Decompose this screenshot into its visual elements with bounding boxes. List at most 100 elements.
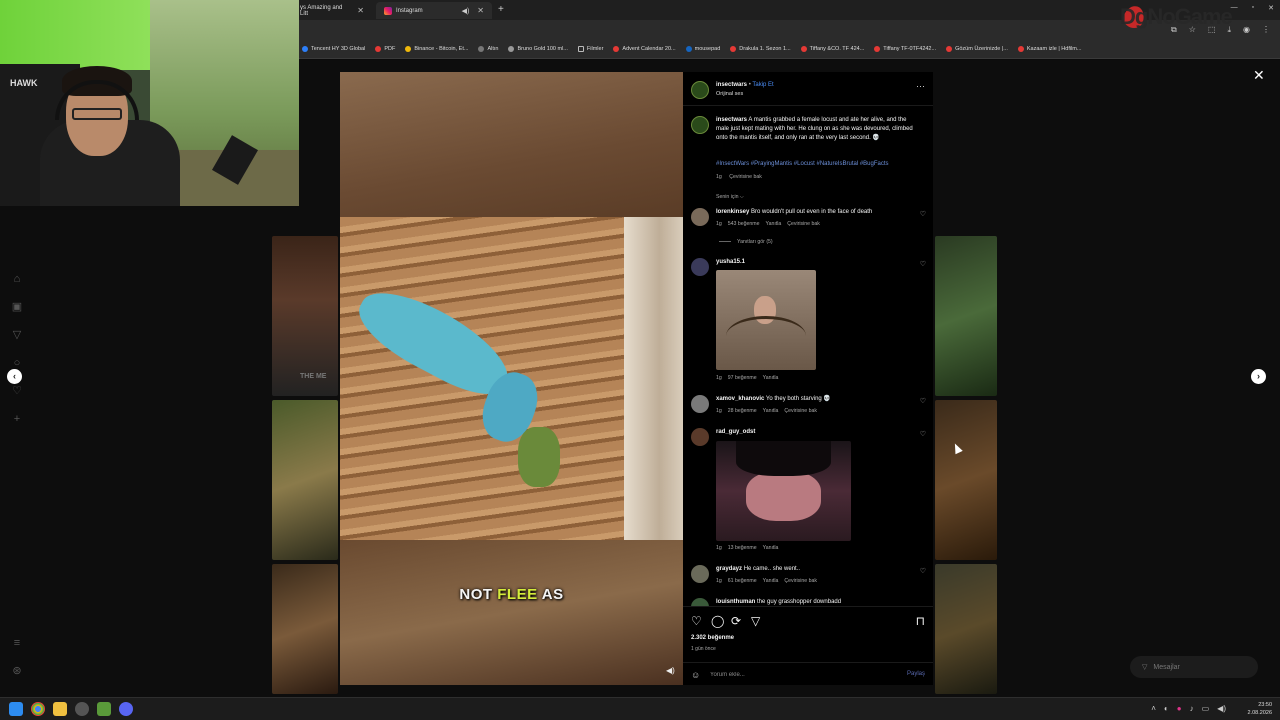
commenter-avatar[interactable] [691, 258, 709, 276]
commenter-avatar[interactable] [691, 428, 709, 446]
save-icon[interactable]: ⊓ [916, 614, 925, 628]
start-icon[interactable] [9, 702, 23, 716]
app-icon[interactable] [75, 702, 89, 716]
follow-button[interactable]: Takip Et [752, 82, 773, 88]
threads-icon[interactable]: ⊛ [10, 664, 24, 678]
maximize-icon[interactable]: ▫ [1252, 4, 1254, 12]
background-thumbnail[interactable] [935, 236, 997, 396]
reel-video[interactable]: NOT FLEE AS ◀) [340, 72, 683, 685]
bookmark-item[interactable]: Altın [478, 46, 498, 52]
reply-link[interactable]: Yanıtla [763, 375, 779, 381]
like-comment-icon[interactable]: ♡ [920, 567, 926, 575]
next-post-icon[interactable]: › [1251, 369, 1266, 384]
background-thumbnail[interactable] [272, 564, 338, 694]
tab-instagram[interactable]: Instagram ◀) ✕ [376, 2, 492, 19]
create-icon[interactable]: + [10, 412, 24, 426]
bookmark-item[interactable]: Tiffany &CO. TF 424... [800, 46, 864, 52]
audio-label[interactable]: Orijinal ses [716, 91, 743, 97]
translate-link[interactable]: Çevirisine bak [787, 221, 820, 227]
direct-icon[interactable]: ▽ [10, 328, 24, 342]
comment-image[interactable] [716, 441, 851, 541]
comment-likes[interactable]: 97 beğenme [728, 375, 757, 381]
comment-sort-dropdown[interactable]: Senin için ⌵ [716, 194, 744, 201]
background-thumbnail[interactable]: THE ME [272, 236, 338, 396]
comment-username[interactable]: rad_guy_odst [716, 429, 755, 435]
reels-icon[interactable]: ▣ [10, 300, 24, 314]
background-thumbnail[interactable] [935, 400, 997, 560]
commenter-avatar[interactable] [691, 208, 709, 226]
close-tab-icon[interactable]: ✕ [357, 6, 364, 15]
notifications-icon[interactable]: ♡ [10, 384, 24, 398]
bookmark-item[interactable]: Binance - Bitcoin, Et... [405, 46, 468, 52]
post-comment-button[interactable]: Paylaş [907, 671, 925, 677]
comment-icon[interactable]: ◯ [711, 614, 724, 628]
new-tab-icon[interactable]: + [498, 4, 504, 15]
profile-icon[interactable]: ◉ [1243, 25, 1250, 35]
reply-link[interactable]: Yanıtla [763, 408, 779, 414]
comment-likes[interactable]: 543 beğenme [728, 221, 760, 227]
like-comment-icon[interactable]: ♡ [920, 430, 926, 438]
caption-username[interactable]: insectwars [716, 117, 747, 123]
mute-icon[interactable]: ◀) [666, 666, 675, 675]
caption-hashtags[interactable]: #InsectWars #PrayingMantis #Locust #Natu… [716, 160, 926, 169]
tab-audio-icon[interactable]: ◀) [462, 7, 470, 15]
emoji-icon[interactable]: ☺ [691, 670, 700, 680]
app-icon[interactable] [97, 702, 111, 716]
author-username[interactable]: insectwars [716, 82, 747, 88]
like-comment-icon[interactable]: ♡ [920, 260, 926, 268]
tab-youtube[interactable]: ys Amazing and Litt ✕ [292, 2, 372, 19]
bookmark-item[interactable]: Kazaam izle | Hdfilm... [1017, 46, 1081, 52]
likes-count[interactable]: 2.302 beğenme [691, 635, 734, 641]
like-comment-icon[interactable]: ♡ [920, 397, 926, 405]
comment-likes[interactable]: 61 beğenme [728, 578, 757, 584]
home-icon[interactable]: ⌂ [10, 272, 24, 286]
translate-link[interactable]: Çevirisine bak [784, 578, 817, 584]
comment-likes[interactable]: 28 beğenme [728, 408, 757, 414]
comment-input[interactable] [710, 669, 870, 681]
bookmark-item[interactable]: Tiffany TF-0TF4242... [874, 46, 936, 52]
network-icon[interactable]: ▭ [1202, 704, 1210, 713]
author-avatar[interactable] [691, 116, 709, 134]
comment-username[interactable]: xamov_khanovic [716, 396, 764, 402]
comment-image[interactable] [716, 270, 816, 370]
close-tab-icon[interactable]: ✕ [477, 6, 484, 15]
search-icon[interactable]: ○ [10, 356, 24, 370]
bookmark-folder[interactable]: Filmler [577, 46, 603, 52]
comment-username[interactable]: lorenkinsey [716, 209, 749, 215]
comment-username[interactable]: yusha15.1 [716, 259, 745, 265]
bookmark-item[interactable]: PDF [375, 46, 395, 52]
tray-app-icon[interactable]: ◐ [1164, 704, 1169, 713]
see-translation-link[interactable]: Çevirisine bak [729, 174, 762, 180]
repost-icon[interactable]: ⟳ [731, 614, 741, 628]
volume-icon[interactable]: ◀) [1217, 704, 1226, 713]
reply-link[interactable]: Yanıtla [766, 221, 782, 227]
commenter-avatar[interactable] [691, 565, 709, 583]
reply-link[interactable]: Yanıtla [763, 545, 779, 551]
bookmark-item[interactable]: Drakula 1. Sezon 1... [730, 46, 791, 52]
reply-link[interactable]: Yanıtla [763, 578, 779, 584]
comment-username[interactable]: louisnthuman [716, 599, 755, 605]
browser-menu-icon[interactable]: ⋮ [1262, 25, 1270, 35]
close-window-icon[interactable]: ✕ [1268, 4, 1274, 12]
menu-icon[interactable]: ≡ [10, 636, 24, 650]
bookmark-item[interactable]: Tencent HY 3D Global [302, 46, 365, 52]
background-thumbnail[interactable] [272, 400, 338, 560]
messages-button[interactable]: ▽ Mesajlar [1130, 656, 1258, 678]
taskbar-clock[interactable]: 23:50 2.08.2026 [1248, 701, 1272, 717]
bookmark-item[interactable]: mousepad [685, 46, 720, 52]
bookmark-item[interactable]: Gözüm Üzerinizde |... [946, 46, 1008, 52]
bookmark-item[interactable]: Advent Calendar 20... [613, 46, 676, 52]
bookmark-item[interactable]: Bruno Gold 100 ml... [508, 46, 568, 52]
like-comment-icon[interactable]: ♡ [920, 210, 926, 218]
background-thumbnail[interactable] [935, 564, 997, 694]
view-replies-link[interactable]: Yanıtları gör (5) [719, 239, 773, 245]
more-options-icon[interactable]: ··· [916, 81, 925, 91]
previous-post-icon[interactable]: ‹ [7, 369, 22, 384]
comment-username[interactable]: graydayz [716, 566, 742, 572]
chrome-icon[interactable] [31, 702, 45, 716]
commenter-avatar[interactable] [691, 395, 709, 413]
share-icon[interactable]: ▽ [751, 614, 760, 628]
translate-link[interactable]: Çevirisine bak [784, 408, 817, 414]
tray-app-icon[interactable]: ● [1177, 704, 1182, 713]
like-icon[interactable]: ♡ [691, 614, 702, 628]
